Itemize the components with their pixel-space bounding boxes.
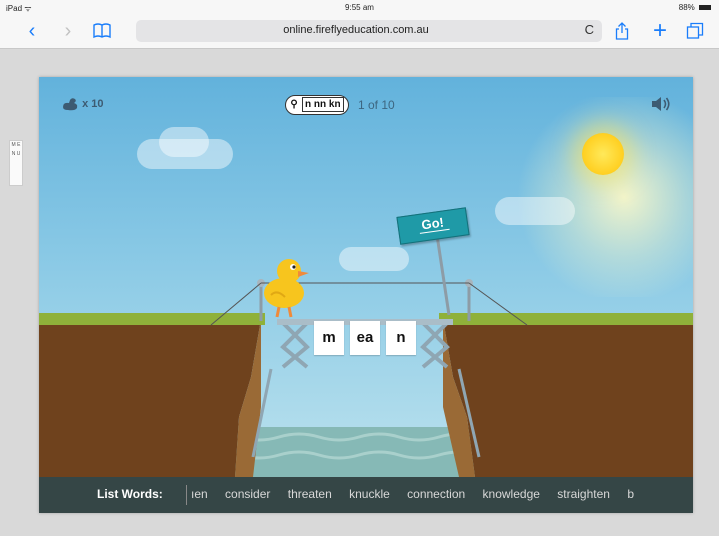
back-button[interactable]: ‹: [22, 18, 42, 44]
battery-icon: [699, 5, 711, 11]
list-word[interactable]: connection: [407, 487, 465, 501]
browser-toolbar: ‹ › online.fireflyeducation.com.au C +: [0, 14, 719, 49]
new-tab-button[interactable]: +: [650, 18, 670, 44]
lives-counter: x 10: [61, 97, 103, 111]
duck-character: [264, 259, 309, 318]
letter-tile[interactable]: m: [314, 321, 344, 355]
letter-tile[interactable]: n: [386, 321, 416, 355]
reload-button[interactable]: C: [585, 22, 594, 37]
status-bar: iPad ᯤ 9:55 am 88%: [0, 0, 719, 14]
url-text: online.fireflyeducation.com.au: [283, 24, 429, 36]
list-word[interactable]: b: [627, 487, 634, 501]
left-truss: [280, 321, 310, 369]
list-word[interactable]: knowledge: [483, 487, 540, 501]
share-button[interactable]: [612, 18, 632, 44]
right-grass: [439, 313, 693, 325]
list-word[interactable]: ıen: [191, 487, 208, 501]
book-icon: [93, 23, 111, 39]
speaker-icon[interactable]: [650, 95, 672, 113]
battery-indicator: 88%: [679, 3, 711, 12]
tabs-icon: [686, 22, 704, 39]
progress-counter: 1 of 10: [358, 98, 395, 112]
bridge-scene: [39, 234, 693, 513]
address-bar[interactable]: online.fireflyeducation.com.au C: [136, 20, 602, 42]
right-cliff: [443, 319, 693, 477]
divider: [186, 485, 187, 505]
bookmarks-button[interactable]: [90, 18, 114, 44]
spelling-pattern: n nn kn: [302, 97, 344, 112]
lives-count: x 10: [82, 97, 104, 110]
side-menu-tab[interactable]: M E N U: [9, 140, 23, 186]
pattern-chip[interactable]: ⚲ n nn kn: [285, 95, 349, 115]
list-word[interactable]: knuckle: [349, 487, 390, 501]
share-icon: [615, 22, 629, 40]
search-icon: ⚲: [290, 99, 298, 110]
battery-percent: 88%: [678, 3, 695, 12]
list-word[interactable]: straighten: [557, 487, 610, 501]
list-word[interactable]: threaten: [288, 487, 332, 501]
left-grass: [39, 313, 265, 325]
word-list-title: List Words:: [97, 487, 163, 501]
sign-post: [435, 234, 451, 316]
left-cliff: [39, 319, 261, 477]
forward-button[interactable]: ›: [58, 18, 78, 44]
tabs-button[interactable]: [684, 18, 706, 44]
game-frame: x 10 ⚲ n nn kn 1 of 10 m ea n Go! List Wo…: [39, 77, 693, 513]
word-list-bar: List Words: ıen consider threaten knuckl…: [39, 477, 693, 513]
word-list: ıen consider threaten knuckle connection…: [191, 487, 648, 501]
clock: 9:55 am: [345, 3, 374, 12]
duck-icon: [63, 98, 78, 111]
letter-tile[interactable]: ea: [350, 321, 380, 355]
list-word[interactable]: consider: [225, 487, 270, 501]
